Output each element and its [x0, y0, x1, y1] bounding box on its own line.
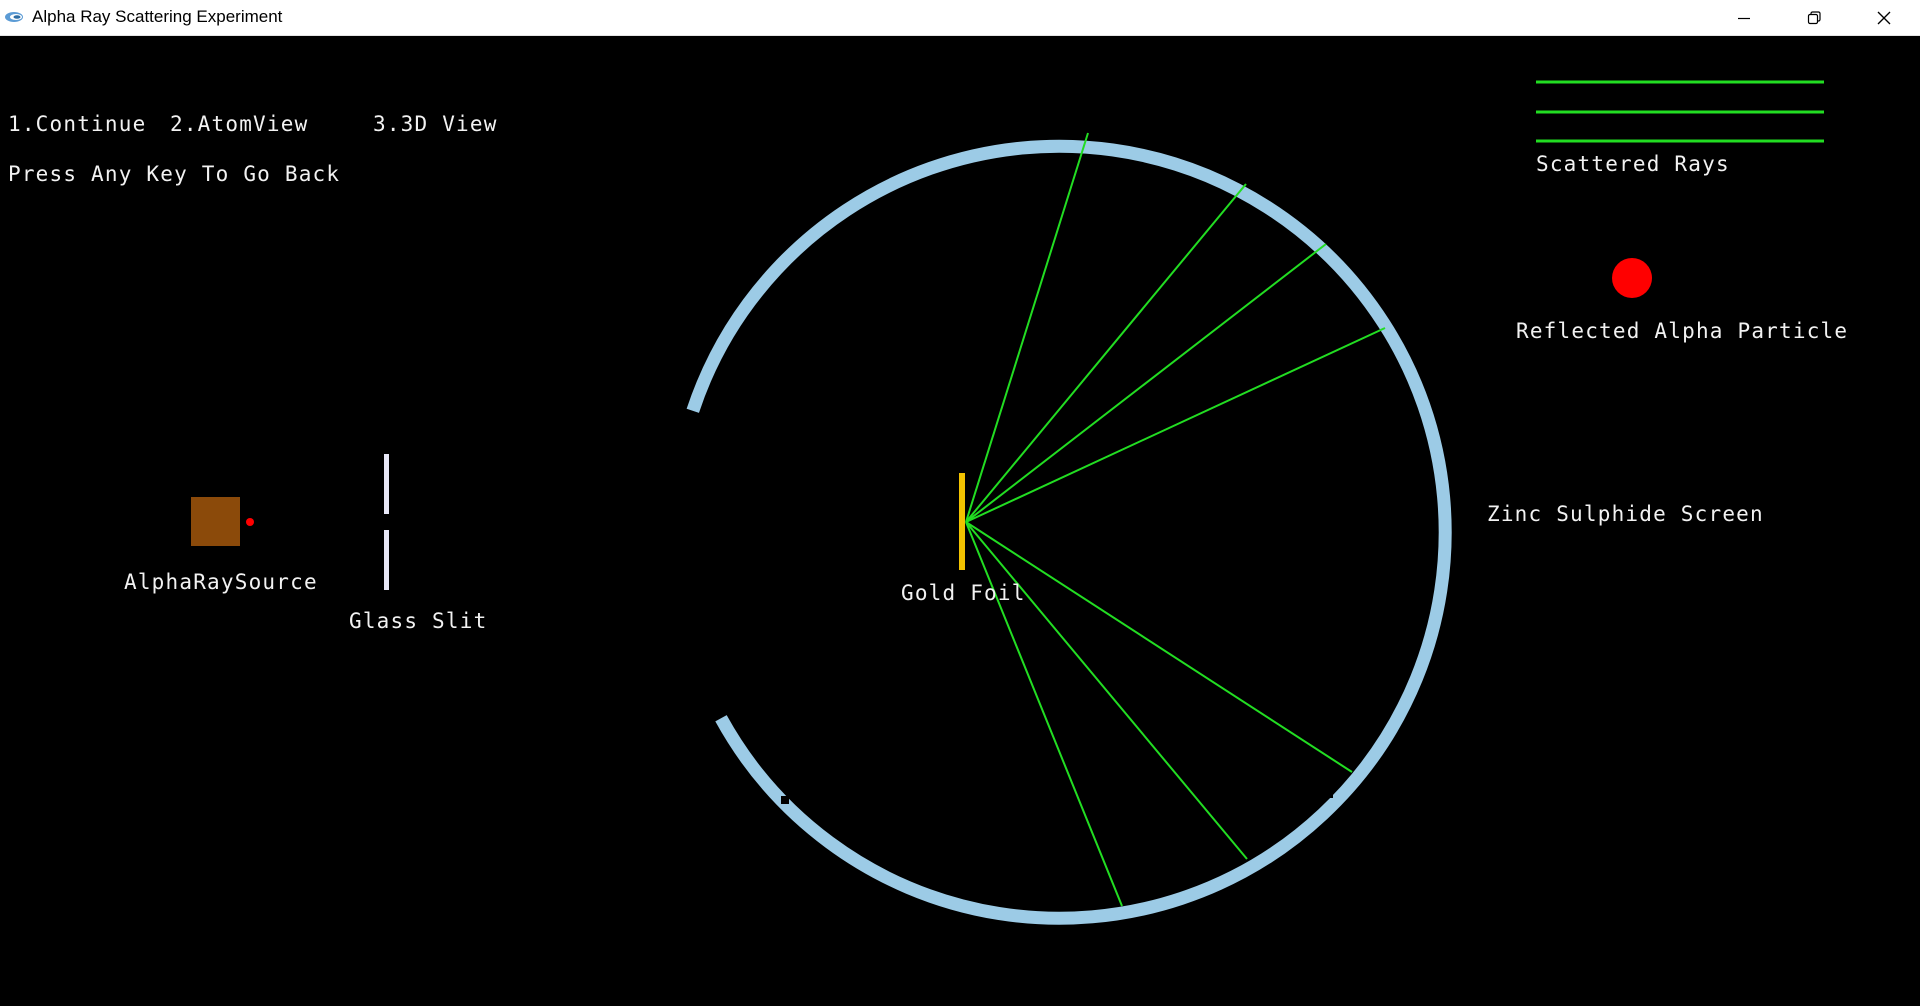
menu-option-continue: 1.Continue — [8, 112, 147, 136]
close-button[interactable] — [1849, 0, 1919, 35]
screen-notch — [1325, 790, 1333, 798]
minimize-button[interactable] — [1709, 0, 1779, 35]
restore-icon — [1807, 10, 1821, 24]
glass-slit-label: Glass Slit — [349, 609, 488, 633]
legend-alpha-particle — [1612, 258, 1652, 298]
window-titlebar: Alpha Ray Scattering Experiment — [0, 0, 1920, 36]
alpha-ray-source — [191, 497, 240, 546]
window-title: Alpha Ray Scattering Experiment — [32, 7, 283, 26]
scattered-ray — [965, 521, 1123, 907]
legend-reflected-particle-label: Reflected Alpha Particle — [1516, 319, 1849, 343]
zinc-sulphide-screen — [686, 139, 1452, 925]
glass-slit-upper — [384, 454, 389, 514]
glass-slit-lower — [384, 530, 389, 590]
simulation-canvas[interactable]: 1.Continue 2.AtomView 3.3D View Press An… — [0, 36, 1920, 1006]
menu-option-3d-view: 3.3D View — [373, 112, 498, 136]
screen-notch — [779, 238, 787, 246]
scattered-ray — [965, 243, 1327, 523]
screen-notch — [1322, 232, 1330, 240]
scattered-ray — [965, 132, 1089, 523]
app-icon — [5, 12, 23, 22]
zinc-sulphide-screen-label: Zinc Sulphide Screen — [1487, 502, 1764, 526]
scattered-ray — [965, 183, 1247, 523]
screen-notch — [781, 796, 789, 804]
legend-scattered-rays-label: Scattered Rays — [1536, 152, 1730, 176]
restore-button[interactable] — [1779, 0, 1849, 35]
scattered-ray — [965, 327, 1386, 523]
minimize-icon — [1738, 17, 1750, 19]
gold-foil-label: Gold Foil — [901, 581, 1026, 605]
menu-option-atomview: 2.AtomView — [170, 112, 309, 136]
alpha-particle — [246, 518, 254, 526]
close-icon — [1877, 11, 1891, 24]
scattered-ray — [965, 521, 1353, 773]
alpha-ray-source-label: AlphaRaySource — [124, 570, 318, 594]
back-hint: Press Any Key To Go Back — [8, 162, 341, 186]
scattered-ray — [965, 521, 1248, 860]
gold-foil — [959, 473, 965, 570]
